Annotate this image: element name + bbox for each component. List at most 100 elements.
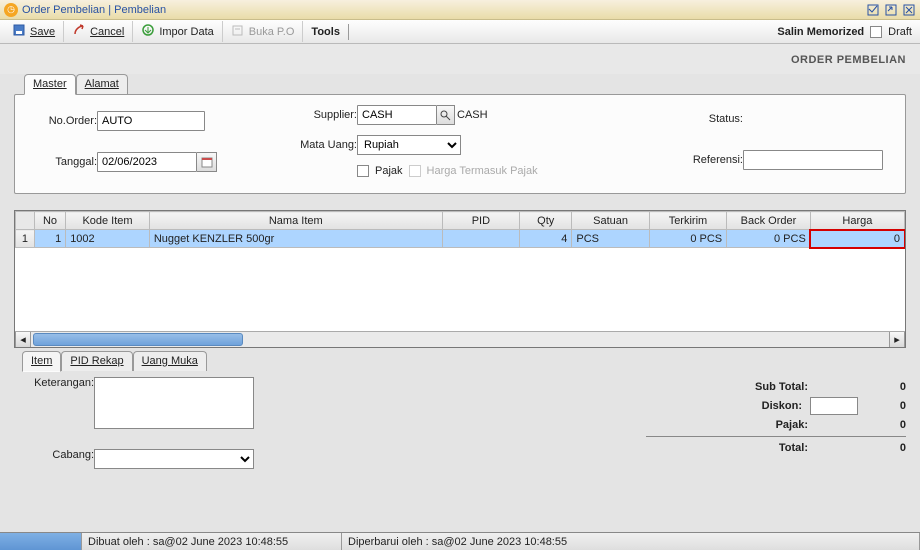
tab-pidrekap[interactable]: PID Rekap <box>61 351 132 371</box>
cabang-label: Cabang: <box>14 449 94 469</box>
noorder-input[interactable] <box>97 111 205 131</box>
tab-uangmuka-label: Uang Muka <box>142 355 198 367</box>
col-qty[interactable]: Qty <box>520 212 572 230</box>
tab-alamat-label: Alamat <box>85 78 119 90</box>
diskon-value: 0 <box>866 400 906 412</box>
items-grid: No Kode Item Nama Item PID Qty Satuan Te… <box>14 210 906 348</box>
referensi-label: Referensi: <box>673 154 743 166</box>
referensi-input[interactable] <box>743 150 883 170</box>
scroll-thumb[interactable] <box>33 333 243 346</box>
master-panel: No.Order: Tanggal: Supplier: <box>14 94 906 194</box>
close-icon[interactable] <box>902 3 916 17</box>
status-updated: Diperbarui oleh : sa@02 June 2023 10:48:… <box>342 533 920 550</box>
bottom-form: Keterangan: Cabang: Sub Total: 0 Diskon:… <box>0 371 920 469</box>
cell-satuan[interactable]: PCS <box>572 230 649 248</box>
tab-uangmuka[interactable]: Uang Muka <box>133 351 207 371</box>
diskon-input[interactable] <box>810 397 858 415</box>
matauang-label: Mata Uang: <box>287 139 357 151</box>
scroll-right-icon[interactable]: ▸ <box>889 332 905 347</box>
cancel-label: Cancel <box>90 26 124 38</box>
keterangan-label: Keterangan: <box>14 377 94 429</box>
hargatermasuk-label: Harga Termasuk Pajak <box>427 165 538 177</box>
tanggal-label: Tanggal: <box>27 156 97 168</box>
cancel-icon <box>72 23 86 40</box>
pajak-total-label: Pajak: <box>708 419 808 431</box>
tanggal-input[interactable] <box>97 152 197 172</box>
cell-nama[interactable]: Nugget KENZLER 500gr <box>149 230 442 248</box>
cell-no[interactable]: 1 <box>34 230 65 248</box>
save-button[interactable]: Save <box>4 21 64 42</box>
tab-master-label: Master <box>33 78 67 90</box>
subtotal-label: Sub Total: <box>708 381 808 393</box>
app-icon: ◷ <box>4 3 18 17</box>
scroll-left-icon[interactable]: ◂ <box>15 332 31 347</box>
cell-backorder[interactable]: 0 PCS <box>727 230 811 248</box>
bukapo-label: Buka P.O <box>249 26 295 38</box>
tab-item-label: Item <box>31 355 52 367</box>
import-label: Impor Data <box>159 26 213 38</box>
cabang-select[interactable] <box>94 449 254 469</box>
table-row[interactable]: 1 1 1002 Nugget KENZLER 500gr 4 PCS 0 PC… <box>16 230 905 248</box>
pajak-label: Pajak <box>375 165 403 177</box>
bukapo-icon <box>231 23 245 40</box>
col-nama[interactable]: Nama Item <box>149 212 442 230</box>
supplier-name: CASH <box>457 109 488 121</box>
cell-harga[interactable]: 0 <box>810 230 904 248</box>
save-icon <box>12 23 26 40</box>
keterangan-input[interactable] <box>94 377 254 429</box>
cancel-button[interactable]: Cancel <box>64 21 133 42</box>
cell-qty[interactable]: 4 <box>520 230 572 248</box>
import-button[interactable]: Impor Data <box>133 21 222 42</box>
bukapo-button: Buka P.O <box>223 21 304 42</box>
noorder-label: No.Order: <box>27 115 97 127</box>
pajak-total-value: 0 <box>816 419 906 431</box>
tab-alamat[interactable]: Alamat <box>76 74 128 94</box>
col-no[interactable]: No <box>34 212 65 230</box>
cell-kode[interactable]: 1002 <box>66 230 150 248</box>
col-pid[interactable]: PID <box>442 212 519 230</box>
col-harga[interactable]: Harga <box>810 212 904 230</box>
import-icon <box>141 23 155 40</box>
tools-label: Tools <box>311 26 340 38</box>
col-satuan[interactable]: Satuan <box>572 212 649 230</box>
tab-item[interactable]: Item <box>22 351 61 372</box>
salin-memorized-button[interactable]: Salin Memorized <box>777 26 864 38</box>
search-icon[interactable] <box>437 105 455 125</box>
status-label: Status: <box>673 113 743 125</box>
totals: Sub Total: 0 Diskon: 0 Pajak: 0 Total: 0 <box>646 377 906 469</box>
matauang-select[interactable]: Rupiah <box>357 135 461 155</box>
toolbar: Save Cancel Impor Data Buka P.O Tools Sa… <box>0 20 920 44</box>
cell-terkirim[interactable]: 0 PCS <box>649 230 726 248</box>
supplier-label: Supplier: <box>287 109 357 121</box>
maximize-icon[interactable] <box>884 3 898 17</box>
status-created: Dibuat oleh : sa@02 June 2023 10:48:55 <box>82 533 342 550</box>
tab-master[interactable]: Master <box>24 74 76 95</box>
calendar-icon[interactable] <box>197 152 217 172</box>
cell-pid[interactable] <box>442 230 519 248</box>
subtotal-value: 0 <box>816 381 906 393</box>
row-head[interactable]: 1 <box>16 230 35 248</box>
page-title: ORDER PEMBELIAN <box>0 44 920 74</box>
col-backorder[interactable]: Back Order <box>727 212 811 230</box>
total-label: Total: <box>708 442 808 454</box>
draft-checkbox[interactable] <box>870 26 882 38</box>
pajak-checkbox[interactable] <box>357 165 369 177</box>
col-terkirim[interactable]: Terkirim <box>649 212 726 230</box>
tabs-bottom: Item PID Rekap Uang Muka <box>14 351 906 371</box>
scroll-track[interactable] <box>31 332 889 347</box>
diskon-label: Diskon: <box>702 400 802 412</box>
tools-button[interactable]: Tools <box>303 24 349 40</box>
col-kode[interactable]: Kode Item <box>66 212 150 230</box>
grid-corner <box>16 212 35 230</box>
window-title: Order Pembelian | Pembelian <box>22 4 862 16</box>
draft-label: Draft <box>888 26 912 38</box>
tabs-top: Master Alamat <box>14 74 906 94</box>
total-value: 0 <box>816 442 906 454</box>
hargatermasuk-checkbox <box>409 165 421 177</box>
tab-pidrekap-label: PID Rekap <box>70 355 123 367</box>
title-bar: ◷ Order Pembelian | Pembelian <box>0 0 920 20</box>
status-accent <box>0 533 82 550</box>
grid-hscroll[interactable]: ◂ ▸ <box>15 331 905 347</box>
minimize-icon[interactable] <box>866 3 880 17</box>
supplier-input[interactable] <box>357 105 437 125</box>
